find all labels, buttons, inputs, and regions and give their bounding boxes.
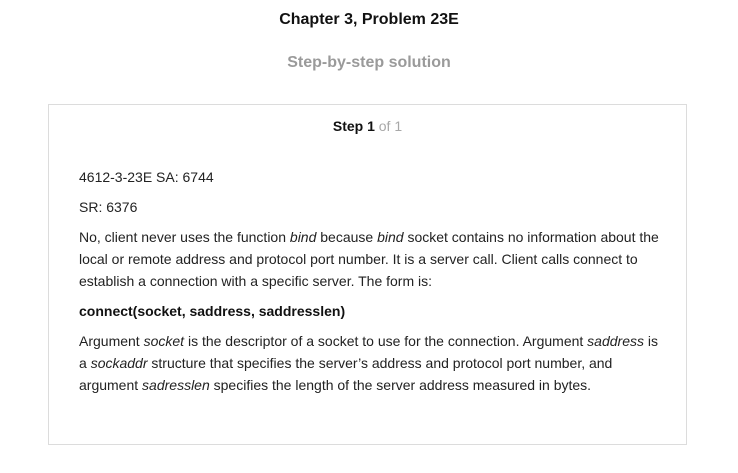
italic-term: bind: [377, 229, 404, 245]
solution-content: 4612-3-23E SA: 6744 SR: 6376 No, client …: [79, 166, 664, 404]
italic-term: bind: [289, 229, 317, 245]
step-count: of 1: [374, 118, 403, 134]
step-label: Step 1: [332, 118, 375, 134]
text-run: specifies the length of the server addre…: [209, 377, 592, 393]
text-run: because: [316, 229, 378, 245]
step-header: Step 1 of 1: [49, 118, 686, 134]
italic-term: saddress: [587, 333, 644, 349]
solution-sr-line: SR: 6376: [79, 199, 138, 215]
italic-term: sadresslen: [142, 377, 210, 393]
italic-term: sockaddr: [90, 355, 148, 371]
page-title: Chapter 3, Problem 23E: [279, 11, 459, 28]
explanation-paragraph: No, client never uses the function bind …: [79, 226, 664, 292]
italic-term: socket: [143, 333, 185, 349]
text-run: No, client never uses the function: [79, 229, 290, 245]
text-run: Argument: [79, 333, 144, 349]
solution-subtitle: Step-by-step solution: [287, 54, 451, 71]
arguments-paragraph: Argument socket is the descriptor of a s…: [79, 330, 664, 396]
text-run: is the descriptor of a socket to use for…: [184, 333, 588, 349]
solution-id-line: 4612-3-23E SA: 6744: [79, 169, 214, 185]
step-card: Step 1 of 1 4612-3-23E SA: 6744 SR: 6376…: [48, 104, 687, 445]
function-signature: connect(socket, saddress, saddresslen): [79, 303, 346, 319]
